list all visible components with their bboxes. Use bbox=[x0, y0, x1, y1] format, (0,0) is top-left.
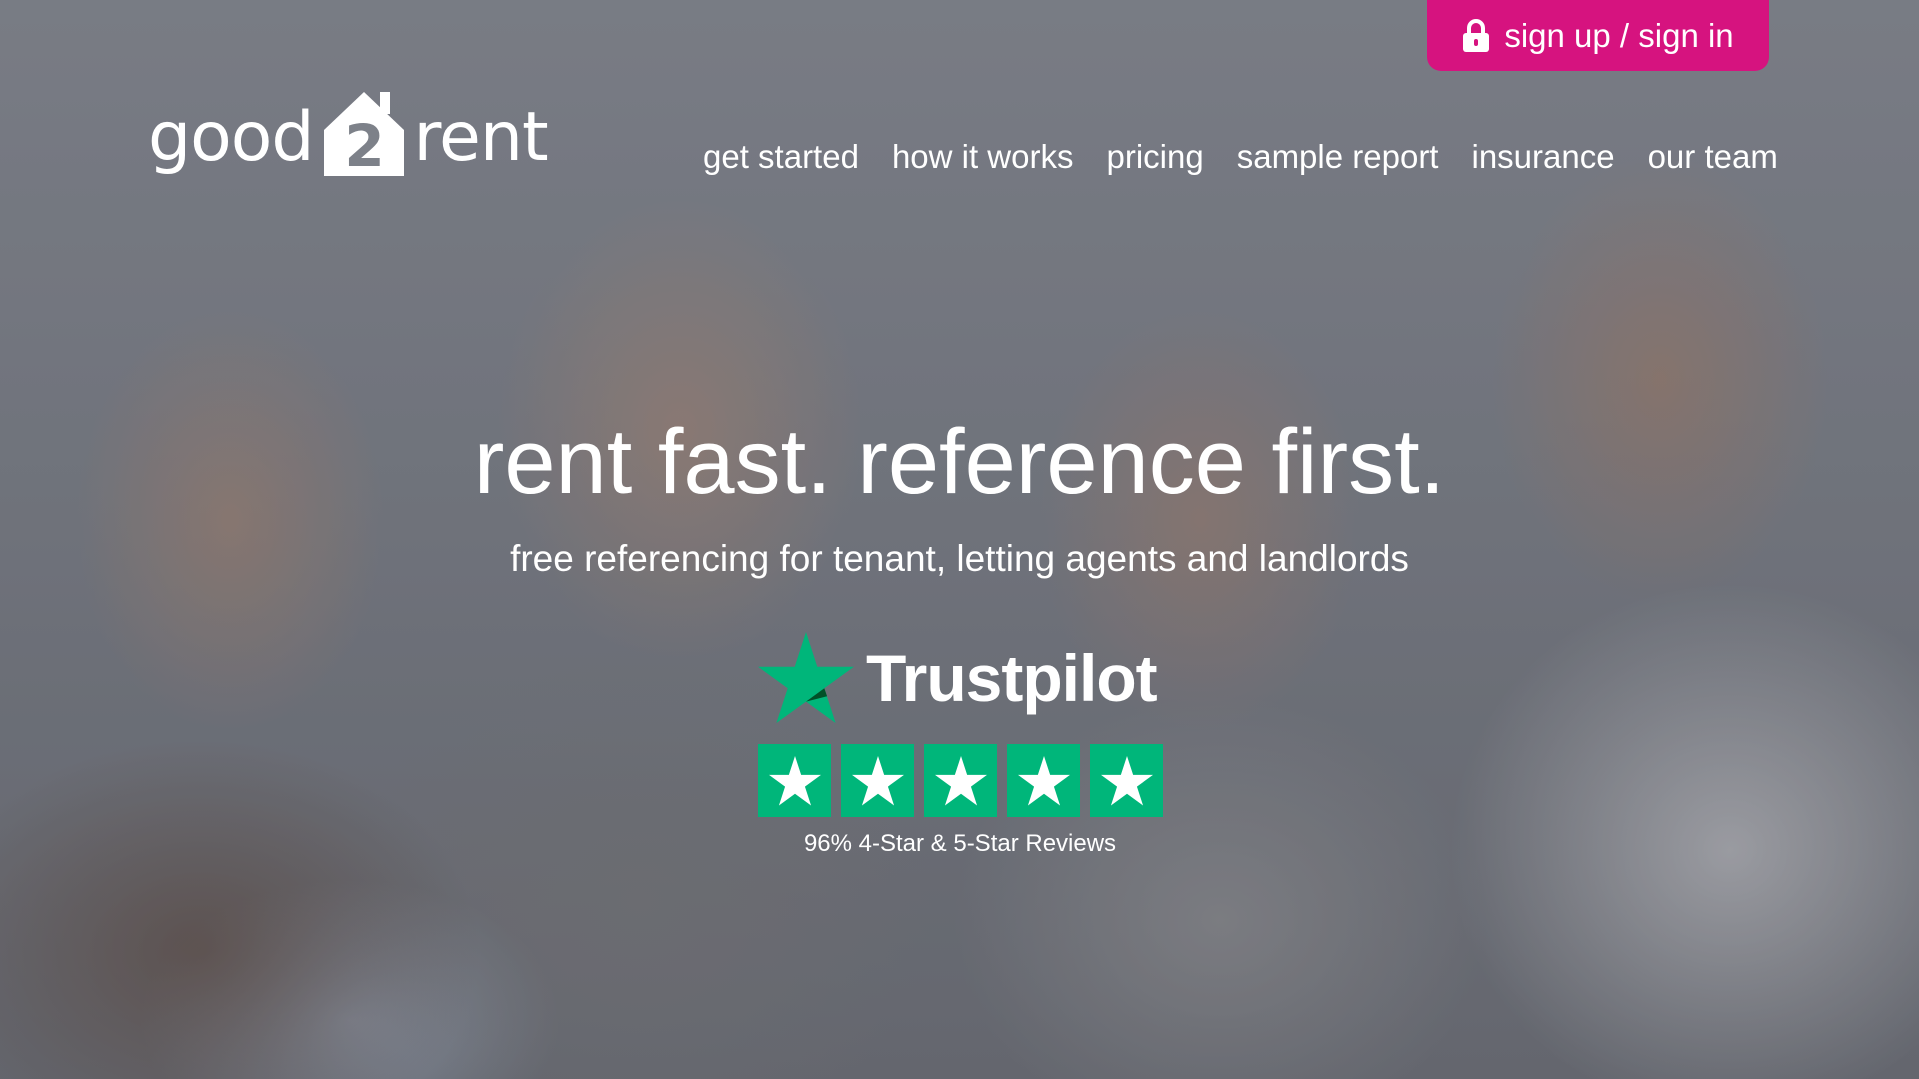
nav-insurance[interactable]: insurance bbox=[1471, 138, 1614, 176]
signin-button[interactable]: sign up / sign in bbox=[1427, 0, 1769, 71]
good2rent-logo[interactable]: good 2 rent bbox=[148, 80, 549, 178]
star-icon bbox=[768, 755, 821, 805]
rating-star-1 bbox=[758, 744, 831, 817]
star-icon bbox=[851, 755, 904, 805]
rating-star-5 bbox=[1090, 744, 1163, 817]
nav-our-team[interactable]: our team bbox=[1648, 138, 1778, 176]
hero-headline: rent fast. reference first. bbox=[0, 410, 1919, 515]
signin-label: sign up / sign in bbox=[1504, 16, 1734, 54]
logo-text-rent: rent bbox=[413, 98, 549, 177]
main-nav: get started how it works pricing sample … bbox=[703, 138, 1778, 176]
trustpilot-star-icon bbox=[758, 632, 854, 724]
nav-sample-report[interactable]: sample report bbox=[1237, 138, 1439, 176]
star-icon bbox=[934, 755, 987, 805]
nav-pricing[interactable]: pricing bbox=[1107, 138, 1204, 176]
logo-text-good: good bbox=[148, 98, 315, 177]
trustpilot-rating-stars[interactable] bbox=[758, 744, 1163, 817]
hero-subline: free referencing for tenant, letting age… bbox=[510, 538, 1409, 579]
trustpilot-wordmark: Trustpilot bbox=[866, 641, 1158, 715]
star-icon bbox=[1100, 755, 1153, 805]
lock-icon bbox=[1463, 18, 1490, 52]
rating-star-2 bbox=[841, 744, 914, 817]
trustpilot-logo[interactable]: Trustpilot bbox=[758, 632, 1158, 724]
nav-get-started[interactable]: get started bbox=[703, 138, 859, 176]
logo-mark-digit: 2 bbox=[344, 112, 383, 178]
star-icon bbox=[1017, 755, 1070, 805]
house-logo-icon: 2 bbox=[323, 92, 404, 178]
nav-how-it-works[interactable]: how it works bbox=[892, 138, 1074, 176]
hero-headline-text: rent fast. reference first. bbox=[473, 411, 1446, 513]
rating-star-3 bbox=[924, 744, 997, 817]
trustpilot-review-caption: 96% 4-Star & 5-Star Reviews bbox=[803, 830, 1117, 857]
rating-star-4 bbox=[1007, 744, 1080, 817]
